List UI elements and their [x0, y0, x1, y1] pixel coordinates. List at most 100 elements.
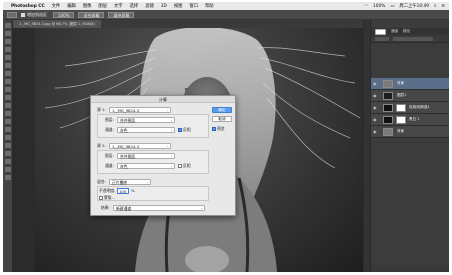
ok-button[interactable]: 确定	[212, 107, 232, 113]
result-select[interactable]: 新建通道 ⌄	[113, 204, 205, 211]
eye-icon[interactable]: ◉	[373, 130, 378, 134]
history-brush-tool-icon[interactable]	[5, 95, 11, 100]
menu-select[interactable]: 选择	[130, 3, 139, 9]
search-icon[interactable]: ⌕	[434, 4, 436, 9]
eye-icon[interactable]: ◉	[373, 118, 378, 122]
menu-help[interactable]: 帮助	[205, 3, 214, 9]
source2-layer-label: 图层:	[105, 152, 114, 158]
blending-label: 混合:	[97, 178, 106, 184]
preview-checkbox[interactable]	[212, 126, 216, 131]
source2-layer-select[interactable]: 合并图层 ⌄	[117, 152, 175, 159]
menu-filter[interactable]: 滤镜	[145, 3, 154, 9]
gradient-tool-icon[interactable]	[5, 111, 11, 116]
source2-channel-label: 通道:	[105, 162, 114, 168]
calculations-dialog: 计算 源 1: 1._MG_9824-3 ⌄ 图层: 合并图层 ⌄ 通道: 灰色 ⌄ …	[90, 95, 236, 216]
zoom-tool-icon[interactable]	[7, 11, 17, 18]
blending-value: 正片叠底	[112, 179, 128, 185]
zoom-100-button[interactable]: 100%	[53, 11, 75, 18]
menu-window[interactable]: 窗口	[189, 3, 198, 9]
status-area: ◠ 100% ▭ 周二上午10:49 ⌕ ≡	[359, 2, 445, 10]
blending-row: 混合: 正片叠底 ⌄	[97, 178, 151, 185]
hand-tool-icon[interactable]	[5, 167, 11, 172]
clock[interactable]: 周二上午10:49	[399, 3, 429, 9]
move-tool-icon[interactable]	[5, 23, 11, 28]
zoom-tool-icon[interactable]	[5, 175, 11, 180]
battery-icon[interactable]: ▭	[390, 4, 394, 9]
menu-list-icon[interactable]: ≡	[441, 4, 445, 9]
menu-file[interactable]: 文件	[52, 3, 61, 9]
pen-tool-icon[interactable]	[5, 135, 11, 140]
opacity-input[interactable]: 100	[117, 187, 129, 194]
source1-invert-checkbox[interactable]	[178, 127, 182, 132]
eye-icon[interactable]: ◉	[373, 82, 378, 86]
quick-select-tool-icon[interactable]	[5, 47, 11, 52]
shape-tool-icon[interactable]	[5, 159, 11, 164]
blending-select[interactable]: 正片叠底 ⌄	[109, 178, 151, 185]
layer-row[interactable]: ◉ 背景	[371, 126, 449, 138]
layer-row[interactable]: ◉ 图层1	[371, 90, 449, 102]
source1-value: 1._MG_9824-3	[112, 107, 140, 113]
eye-icon[interactable]: ◉	[373, 94, 378, 98]
brush-tool-icon[interactable]	[5, 79, 11, 84]
source2-invert-checkbox[interactable]	[178, 163, 182, 168]
layer-row[interactable]: ◉ 背景	[371, 78, 449, 90]
layer-name: 背景	[397, 129, 404, 133]
source2-channel-select[interactable]: 灰色 ⌄	[117, 162, 175, 169]
options-checkbox[interactable]	[21, 12, 25, 17]
layer-mask-thumbnail[interactable]	[396, 116, 406, 124]
document-tab[interactable]: 1._MG_9824-3.jpg @ 66.7% (图层 1, RGB/8)	[13, 20, 101, 28]
layer-filter-icons[interactable]	[393, 37, 433, 41]
menu-edit[interactable]: 编辑	[67, 3, 76, 9]
menu-image[interactable]: 图像	[83, 3, 92, 9]
eraser-tool-icon[interactable]	[5, 103, 11, 108]
result-label: 结果:	[101, 204, 110, 210]
menu-app-name[interactable]: Photoshop CC	[11, 4, 45, 9]
tab-channels[interactable]: 通道	[391, 29, 398, 34]
layers-list: ◉ 背景 ◉ 图层1 ◉ 色相/饱和度1 ◉ 黑白 1 ◉ 背景	[371, 78, 449, 138]
cancel-button[interactable]: 取消	[212, 116, 232, 122]
adjustment-icon	[383, 104, 393, 112]
layer-name: 背景	[397, 81, 404, 85]
chevron-down-icon: ⌄	[170, 117, 173, 122]
dodge-tool-icon[interactable]	[5, 127, 11, 132]
menu-3d[interactable]: 3D	[161, 4, 167, 9]
wifi-icon[interactable]: ◠	[364, 4, 368, 9]
source2-layer-row: 图层: 合并图层 ⌄	[105, 152, 175, 159]
source1-layer-row: 图层: 合并图层 ⌄	[105, 116, 175, 123]
healing-tool-icon[interactable]	[5, 71, 11, 76]
tab-layers[interactable]: 图层	[375, 28, 386, 35]
path-select-tool-icon[interactable]	[5, 151, 11, 156]
layer-kind-filter[interactable]	[375, 37, 389, 41]
layer-row[interactable]: ◉ 色相/饱和度1	[371, 102, 449, 114]
crop-tool-icon[interactable]	[5, 55, 11, 60]
chevron-down-icon: ⌄	[146, 179, 149, 184]
menu-type[interactable]: 文字	[114, 3, 123, 9]
blur-tool-icon[interactable]	[5, 119, 11, 124]
fill-screen-button[interactable]: 填充屏幕	[108, 11, 135, 18]
marquee-tool-icon[interactable]	[5, 31, 11, 36]
chevron-down-icon: ⌄	[170, 153, 173, 158]
layer-row[interactable]: ◉ 黑白 1	[371, 114, 449, 126]
layer-mask-thumbnail[interactable]	[396, 104, 406, 112]
chevron-down-icon: ⌄	[170, 127, 173, 132]
eyedropper-tool-icon[interactable]	[5, 63, 11, 68]
preview-label: 预览	[217, 125, 225, 131]
source1-channel-select[interactable]: 灰色 ⌄	[117, 126, 175, 133]
mask-checkbox[interactable]	[99, 195, 103, 200]
eye-icon[interactable]: ◉	[373, 106, 378, 110]
tab-paths[interactable]: 路径	[403, 29, 410, 34]
result-row: 结果: 新建通道 ⌄	[101, 204, 205, 211]
source1-channel-value: 灰色	[120, 127, 128, 133]
fit-screen-button[interactable]: 适合屏幕	[78, 11, 105, 18]
stamp-tool-icon[interactable]	[5, 87, 11, 92]
lasso-tool-icon[interactable]	[5, 39, 11, 44]
source1-layer-select[interactable]: 合并图层 ⌄	[117, 116, 175, 123]
source1-channel-label: 通道:	[105, 126, 114, 132]
source2-select[interactable]: 1._MG_9824-3 ⌄	[109, 142, 171, 149]
screen: Photoshop CC 文件 编辑 图像 图层 文字 选择 滤镜 3D 视图 …	[3, 2, 449, 272]
menu-view[interactable]: 视图	[174, 3, 183, 9]
menu-layer[interactable]: 图层	[98, 3, 107, 9]
source1-select[interactable]: 1._MG_9824-3 ⌄	[109, 106, 171, 113]
source2-row: 源 2: 1._MG_9824-3 ⌄	[97, 142, 171, 149]
type-tool-icon[interactable]	[5, 143, 11, 148]
